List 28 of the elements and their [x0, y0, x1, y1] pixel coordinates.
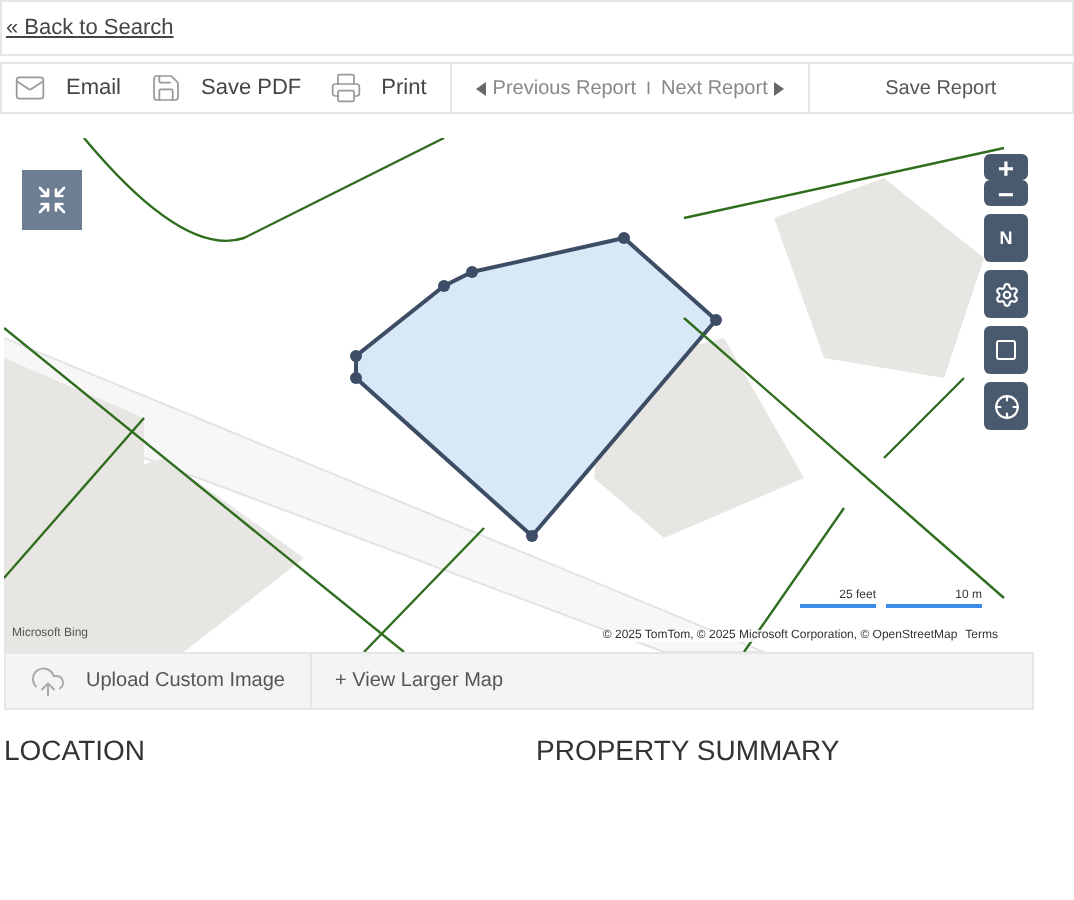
settings-icon — [993, 281, 1019, 307]
back-link[interactable]: « Back to Search — [6, 16, 174, 40]
separator-text: I — [645, 78, 651, 98]
left-triangle-icon — [476, 81, 487, 95]
right-triangle-icon — [773, 81, 784, 95]
email-button[interactable]: Email — [6, 72, 130, 104]
print-button[interactable]: Print — [321, 72, 435, 104]
cloud-upload-icon — [30, 663, 66, 699]
locate-button[interactable] — [984, 382, 1028, 430]
zoom-in-button[interactable]: + — [984, 154, 1028, 180]
previous-report-link[interactable]: Previous Report — [476, 77, 636, 99]
shrink-arrows-icon — [36, 184, 68, 216]
section-heading: LOCATION — [4, 734, 148, 766]
crosshair-icon — [993, 393, 1019, 419]
envelope-icon — [14, 72, 46, 104]
section-heading: PROPERTY SUMMARY — [536, 734, 842, 766]
compass-button[interactable]: N — [984, 214, 1028, 262]
next-report-link[interactable]: Next Report — [661, 77, 784, 99]
select-area-button[interactable] — [984, 326, 1028, 374]
pdf-button[interactable]: Save PDF — [141, 72, 310, 104]
upload-image-button[interactable]: Upload Custom Image — [6, 654, 311, 708]
square-icon — [994, 338, 1018, 362]
settings-button[interactable] — [984, 270, 1028, 318]
printer-icon — [329, 72, 362, 104]
collapse-button[interactable] — [22, 170, 82, 230]
zoom-out-button[interactable]: − — [984, 180, 1028, 206]
save-report-button[interactable]: Save Report — [809, 75, 1072, 101]
view-larger-map-link[interactable]: + View Larger Map — [311, 654, 528, 708]
